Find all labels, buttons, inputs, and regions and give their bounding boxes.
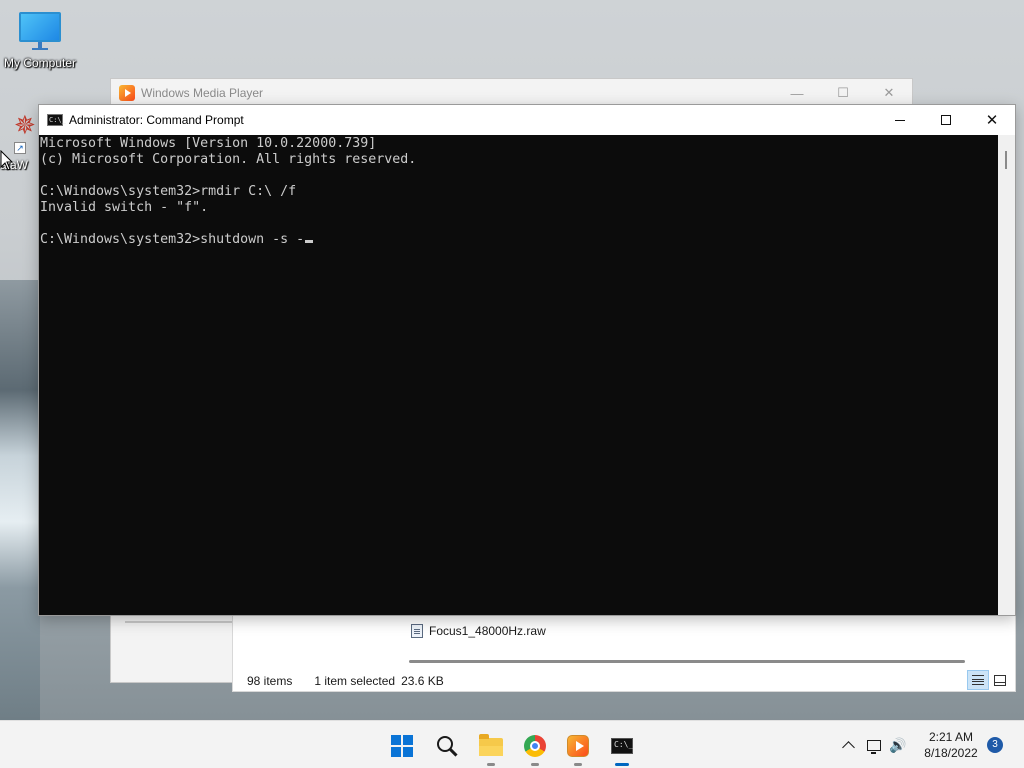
close-button[interactable]: ✕ [866, 79, 912, 107]
console-line: Microsoft Windows [Version 10.0.22000.73… [40, 136, 377, 151]
scrollbar-thumb[interactable] [1005, 151, 1007, 169]
details-view-button[interactable] [967, 670, 989, 690]
vertical-scrollbar[interactable] [998, 135, 1015, 615]
command-prompt-window[interactable]: C:\_ Administrator: Command Prompt ✕ Mic… [38, 104, 1016, 616]
window-controls: ✕ [877, 105, 1015, 135]
desktop-icon-my-computer[interactable]: My Computer [4, 8, 76, 76]
file-list-item[interactable]: Focus1_48000Hz.raw [411, 624, 546, 638]
item-count: 98 items [247, 674, 293, 688]
minimize-icon [895, 119, 905, 121]
command-prompt-titlebar[interactable]: C:\_ Administrator: Command Prompt [39, 105, 1015, 135]
shortcut-arrow-icon: ↗ [14, 142, 26, 154]
selection-size: 23.6 KB [401, 674, 444, 688]
network-icon [867, 739, 881, 754]
file-explorer-window[interactable]: Focus1_48000Hz.raw 98 items 1 item selec… [232, 612, 1016, 692]
window-title: Administrator: Command Prompt [69, 113, 244, 127]
monitor-base [32, 48, 48, 50]
wallpaper-scenery [0, 280, 40, 720]
file-icon [411, 624, 423, 638]
search-button[interactable] [430, 729, 464, 763]
volume-button[interactable]: 🔊 [886, 733, 910, 757]
maximize-button[interactable] [923, 105, 969, 135]
large-icons-view-button[interactable] [989, 670, 1011, 690]
maximize-icon [941, 115, 951, 125]
minimize-button[interactable]: — [774, 79, 820, 107]
folder-icon [479, 734, 503, 756]
console-line: Invalid switch - "f". [40, 200, 209, 215]
console-line: (c) Microsoft Corporation. All rights re… [40, 152, 417, 167]
clock[interactable]: 2:21 AM 8/18/2022 [916, 729, 986, 761]
app-star-icon: ✵ [14, 110, 36, 140]
media-player-icon [567, 735, 589, 757]
network-button[interactable] [862, 733, 886, 757]
chrome-icon [524, 735, 546, 757]
monitor-icon [19, 12, 61, 42]
system-tray: 🔊 [836, 721, 910, 768]
taskbar-file-explorer[interactable] [474, 729, 508, 766]
selection-count: 1 item selected [314, 674, 396, 688]
close-icon: ✕ [985, 111, 999, 129]
close-button[interactable]: ✕ [969, 105, 1015, 135]
console-output: Microsoft Windows [Version 10.0.22000.73… [40, 136, 416, 248]
media-player-title: Windows Media Player [141, 86, 264, 100]
text-cursor [305, 240, 314, 243]
windows-logo-icon [391, 735, 413, 757]
console-input[interactable]: C:\Windows\system32>shutdown -s - [40, 232, 304, 247]
horizontal-scrollbar[interactable] [409, 660, 965, 663]
console-line: C:\Windows\system32>rmdir C:\ /f [40, 184, 297, 199]
running-indicator [574, 763, 582, 766]
view-mode-buttons [967, 670, 1011, 690]
console-area[interactable]: Microsoft Windows [Version 10.0.22000.73… [39, 135, 999, 615]
terminal-icon: C:\_ [47, 114, 66, 126]
large-icons-view-icon [994, 674, 1006, 686]
search-icon [437, 736, 453, 752]
media-player-window-controls: — ☐ ✕ [774, 79, 912, 107]
explorer-status-bar: 98 items 1 item selected 23.6 KB [247, 674, 466, 688]
terminal-icon: C:\_ [611, 738, 633, 754]
details-view-icon [972, 675, 984, 685]
mouse-cursor-icon [0, 150, 14, 171]
taskbar-chrome[interactable] [518, 729, 552, 766]
file-name: Focus1_48000Hz.raw [429, 624, 546, 638]
running-indicator [487, 763, 495, 766]
minimize-button[interactable] [877, 105, 923, 135]
taskbar-command-prompt[interactable]: C:\_ [605, 729, 639, 766]
desktop-icon-label: My Computer [3, 56, 77, 70]
notification-badge[interactable]: 3 [987, 737, 1003, 753]
chevron-up-icon [841, 740, 855, 754]
active-indicator [615, 763, 629, 766]
media-player-icon [119, 85, 135, 101]
maximize-button[interactable]: ☐ [820, 79, 866, 107]
start-button[interactable] [385, 729, 419, 763]
media-player-divider [125, 621, 235, 623]
clock-date: 8/18/2022 [924, 746, 978, 760]
console-input-line[interactable]: C:\Windows\system32>shutdown -s - [40, 232, 416, 248]
taskbar: C:\_ 🔊 2:21 AM 8/18/2022 3 [0, 720, 1024, 768]
running-indicator [531, 763, 539, 766]
taskbar-media-player[interactable] [561, 729, 595, 766]
clock-time: 2:21 AM [928, 730, 974, 744]
volume-icon: 🔊 [889, 736, 907, 753]
show-hidden-icons-button[interactable] [836, 733, 860, 757]
